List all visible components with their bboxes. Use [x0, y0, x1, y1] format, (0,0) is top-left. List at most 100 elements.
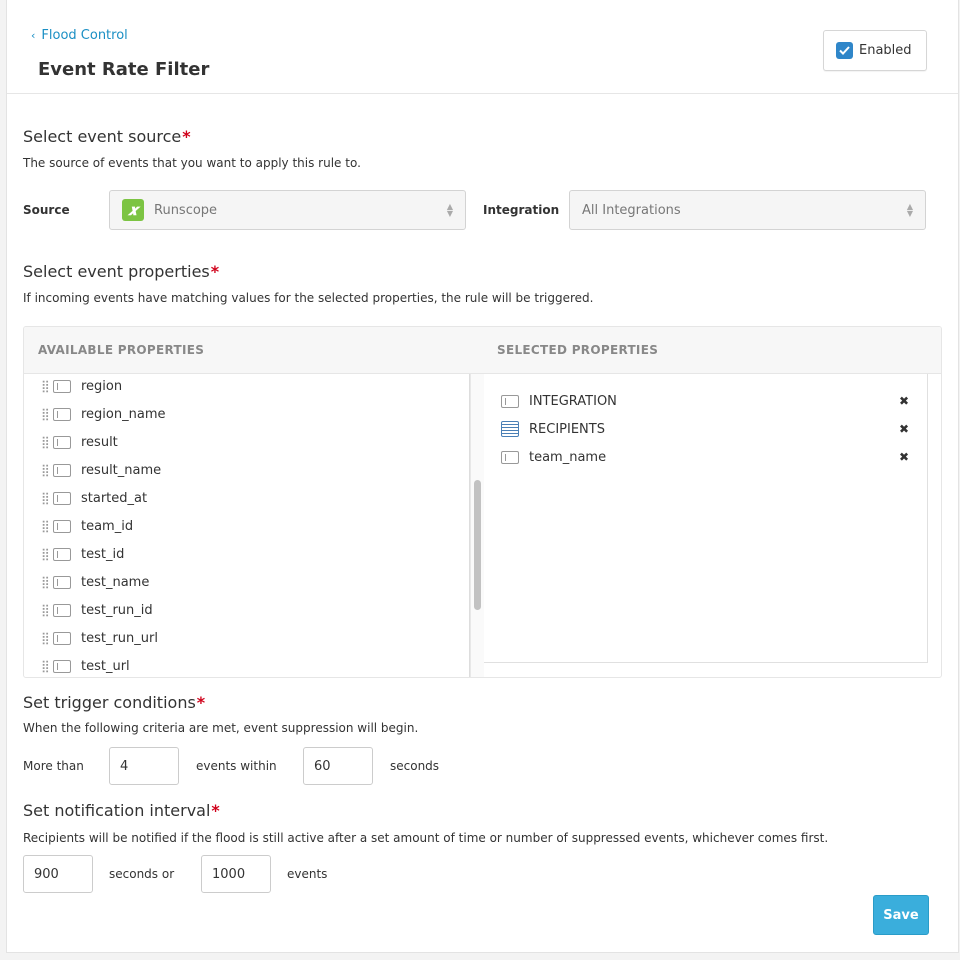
available-property-label: result	[81, 434, 118, 450]
required-marker: *	[182, 127, 191, 146]
runscope-logo-icon: 𝒙	[122, 199, 144, 221]
selected-property-item[interactable]: RECIPIENTS ✖	[484, 415, 927, 443]
properties-section-description: If incoming events have matching values …	[23, 291, 594, 305]
available-property-item[interactable]: ⣿ test_run_url	[24, 624, 469, 652]
rule-card: ‹ Flood Control Event Rate Filter Enabled…	[6, 0, 959, 953]
available-property-label: test_name	[81, 574, 150, 590]
source-select-value: Runscope	[154, 202, 218, 218]
drag-handle-icon[interactable]: ⣿	[41, 547, 50, 561]
available-property-label: test_run_id	[81, 602, 153, 618]
available-property-label: test_url	[81, 658, 130, 674]
integration-select[interactable]: All Integrations ▲ ▼	[569, 190, 926, 230]
selected-properties-list[interactable]: INTEGRATION ✖ RECIPIENTS ✖ team_name ✖	[484, 374, 928, 663]
notification-section-description: Recipients will be notified if the flood…	[23, 831, 829, 845]
remove-icon[interactable]: ✖	[899, 394, 909, 408]
available-property-label: region_name	[81, 406, 166, 422]
drag-handle-icon[interactable]: ⣿	[41, 379, 50, 393]
drag-handle-icon[interactable]: ⣿	[41, 631, 50, 645]
selected-property-item[interactable]: INTEGRATION ✖	[484, 387, 927, 415]
field-type-icon	[53, 659, 71, 673]
page-title: Event Rate Filter	[38, 59, 210, 80]
available-property-item[interactable]: ⣿ region	[24, 374, 469, 400]
trigger-section-title: Set trigger conditions*	[23, 693, 206, 712]
time-window-input[interactable]: 60	[303, 747, 373, 785]
source-select[interactable]: 𝒙 Runscope ▲ ▼	[109, 190, 466, 230]
selected-property-item[interactable]: team_name ✖	[484, 443, 927, 471]
chevron-left-icon: ‹	[31, 29, 36, 42]
field-icon	[501, 450, 519, 464]
selected-properties-header: SELECTED PROPERTIES	[497, 343, 659, 357]
selected-property-label: team_name	[529, 449, 607, 465]
available-property-label: started_at	[81, 490, 148, 506]
field-type-icon	[53, 435, 71, 449]
available-properties-scrollbar[interactable]	[470, 374, 484, 677]
available-property-item[interactable]: ⣿ started_at	[24, 484, 469, 512]
source-section-title: Select event source*	[23, 127, 191, 146]
field-type-icon	[53, 463, 71, 477]
integration-label: Integration	[483, 203, 560, 217]
selected-property-label: RECIPIENTS	[529, 421, 605, 437]
drag-handle-icon[interactable]: ⣿	[41, 407, 50, 421]
available-property-item[interactable]: ⣿ region_name	[24, 400, 469, 428]
available-property-label: test_id	[81, 546, 125, 562]
drag-handle-icon[interactable]: ⣿	[41, 519, 50, 533]
trigger-section-description: When the following criteria are met, eve…	[23, 721, 419, 735]
drag-handle-icon[interactable]: ⣿	[41, 491, 50, 505]
field-type-icon	[53, 491, 71, 505]
scrollbar-thumb[interactable]	[474, 480, 481, 610]
properties-picker: AVAILABLE PROPERTIES SELECTED PROPERTIES…	[23, 326, 942, 678]
properties-section-title: Select event properties*	[23, 262, 220, 281]
available-property-item[interactable]: ⣿ result_name	[24, 456, 469, 484]
field-type-icon	[53, 575, 71, 589]
remove-icon[interactable]: ✖	[899, 450, 909, 464]
page-header: ‹ Flood Control Event Rate Filter Enabled	[7, 0, 958, 94]
enabled-checkbox[interactable]: Enabled	[823, 30, 927, 71]
available-property-item[interactable]: ⣿ team_id	[24, 512, 469, 540]
available-property-label: team_id	[81, 518, 134, 534]
checkmark-icon	[836, 42, 853, 59]
required-marker: *	[211, 801, 220, 820]
save-button[interactable]: Save	[873, 895, 929, 935]
field-type-icon	[53, 631, 71, 645]
available-property-item[interactable]: ⣿ test_run_id	[24, 596, 469, 624]
field-type-icon	[53, 379, 71, 393]
field-type-icon	[53, 407, 71, 421]
drag-handle-icon[interactable]: ⣿	[41, 603, 50, 617]
available-property-label: test_run_url	[81, 630, 158, 646]
drag-handle-icon[interactable]: ⣿	[41, 575, 50, 589]
integration-select-value: All Integrations	[582, 202, 681, 218]
back-link-label: Flood Control	[41, 28, 128, 43]
seconds-label: seconds	[390, 759, 440, 773]
available-property-item[interactable]: ⣿ test_url	[24, 652, 469, 677]
required-marker: *	[196, 693, 206, 712]
required-marker: *	[210, 262, 220, 281]
properties-header: AVAILABLE PROPERTIES SELECTED PROPERTIES	[24, 327, 941, 374]
available-property-label: region	[81, 378, 123, 394]
source-section-description: The source of events that you want to ap…	[23, 156, 361, 170]
available-properties-list[interactable]: ⣿⣿region⣿region_name⣿result⣿result_name⣿…	[24, 374, 470, 677]
events-within-label: events within	[196, 759, 277, 773]
event-count-input[interactable]: 4	[109, 747, 179, 785]
drag-handle-icon[interactable]: ⣿	[41, 659, 50, 673]
back-link[interactable]: ‹ Flood Control	[31, 28, 128, 43]
field-type-icon	[53, 547, 71, 561]
seconds-or-label: seconds or	[109, 867, 175, 881]
notify-seconds-input[interactable]: 900	[23, 855, 93, 893]
select-arrows-icon: ▲ ▼	[446, 202, 453, 218]
available-property-label: result_name	[81, 462, 162, 478]
available-property-item[interactable]: ⣿ result	[24, 428, 469, 456]
drag-handle-icon[interactable]: ⣿	[41, 435, 50, 449]
drag-handle-icon[interactable]: ⣿	[41, 463, 50, 477]
more-than-label: More than	[23, 759, 84, 773]
remove-icon[interactable]: ✖	[899, 422, 909, 436]
field-type-icon	[53, 603, 71, 617]
enabled-label: Enabled	[859, 43, 912, 58]
selected-property-label: INTEGRATION	[529, 393, 617, 409]
events-label: events	[287, 867, 328, 881]
available-property-item[interactable]: ⣿ test_id	[24, 540, 469, 568]
available-properties-header: AVAILABLE PROPERTIES	[38, 343, 205, 357]
field-icon	[501, 394, 519, 408]
notify-events-input[interactable]: 1000	[201, 855, 271, 893]
available-property-item[interactable]: ⣿ test_name	[24, 568, 469, 596]
source-label: Source	[23, 203, 70, 217]
